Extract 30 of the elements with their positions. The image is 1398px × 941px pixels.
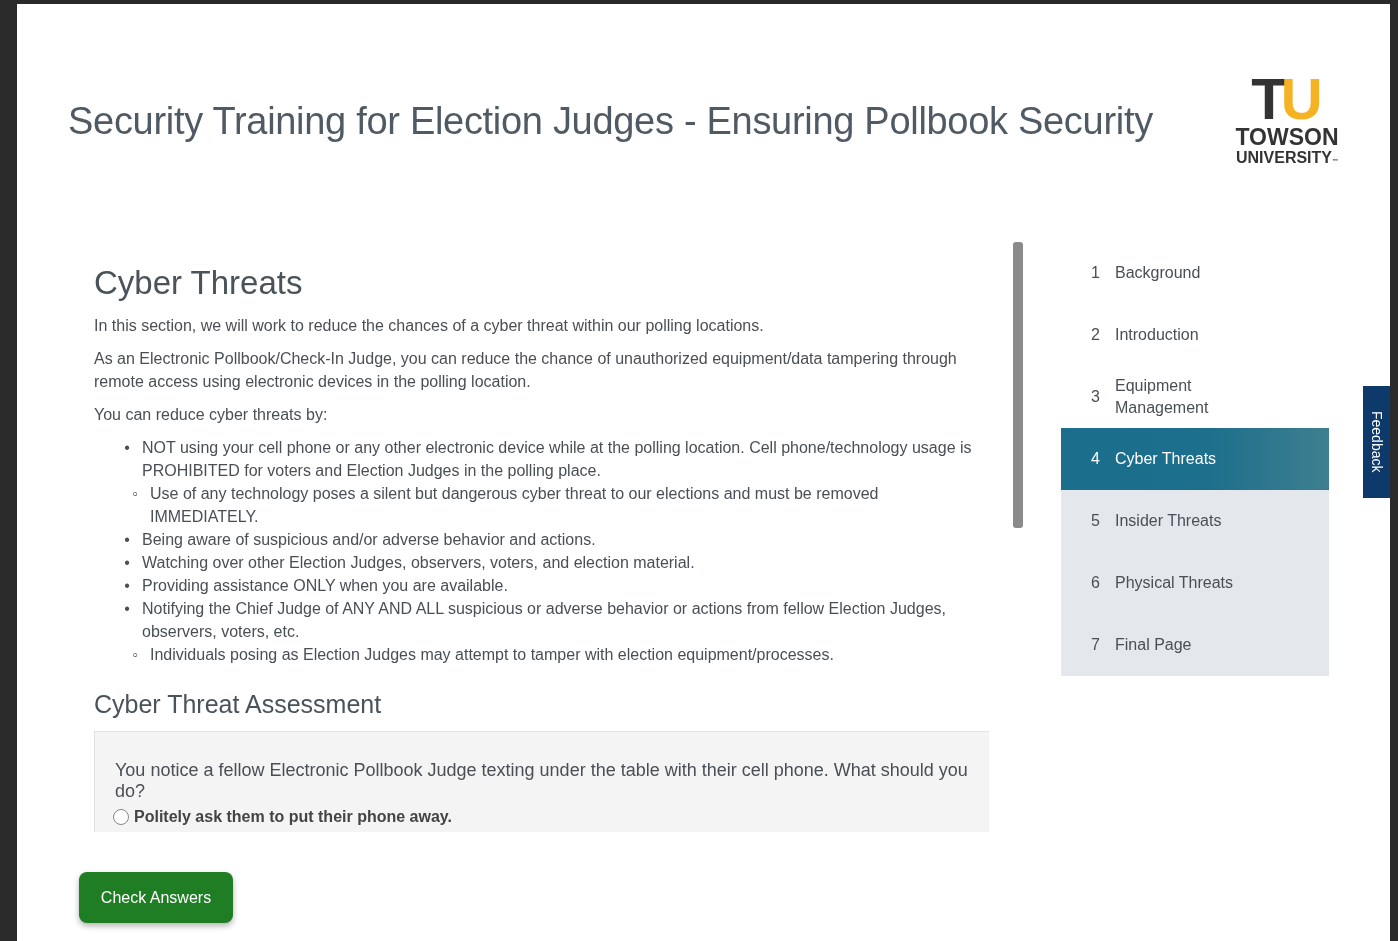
section-heading: Cyber Threats — [94, 264, 304, 302]
paragraph: As an Electronic Pollbook/Check-In Judge, you can reduce the chance of unauthorized equipment/data tampering through remote access using electronic devices in the polling location. — [94, 349, 958, 392]
bullet-marker: • — [123, 438, 131, 458]
bullet-item: Watching over other Election Judges, observers, voters, and election material. — [142, 553, 695, 573]
bullet-item: Being aware of suspicious and/or adverse behavior and actions. — [142, 530, 596, 550]
page-title: Security Training for Election Judges - Ensuring Pollbook Security — [68, 99, 1153, 143]
radio-button[interactable] — [113, 809, 129, 825]
question-text: You notice a fellow Electronic Pollbook Judge texting under the table with their cell phone. What should you do? — [115, 760, 969, 802]
check-answers-button[interactable]: Check Answers — [79, 872, 233, 923]
bullet-item: NOT using your cell phone or any other electronic device while at the polling location. Cell phone/technology usage is PROHIBITED for voters and Election Judges in the polling place. — [142, 438, 973, 481]
bullet-item: Notifying the Chief Judge of ANY AND ALL suspicious or adverse behavior or actions from fellow Election Judges, observers, voters, etc. — [142, 599, 947, 642]
bullet-item: Use of any technology poses a silent but dangerous cyber threat to our elections and must be removed IMMEDIATELY. — [150, 484, 880, 527]
nav-item[interactable]: 7 Final Page — [1061, 614, 1329, 676]
scrollbar[interactable] — [1013, 242, 1023, 528]
assessment-heading: Cyber Threat Assessment — [94, 690, 383, 719]
feedback-tab[interactable]: Feedback — [1363, 386, 1390, 498]
paragraph: You can reduce cyber threats by: — [94, 405, 329, 425]
bullet-item: Providing assistance ONLY when you are available. — [142, 576, 508, 596]
bullet-marker: • — [123, 599, 131, 619]
nav-item[interactable]: 4 Cyber Threats — [1061, 428, 1329, 490]
nav-item[interactable]: 5 Insider Threats — [1061, 490, 1329, 552]
bullet-item: Individuals posing as Election Judges may attempt to tamper with election equipment/processes. — [150, 645, 834, 665]
bullet-marker: ◦ — [131, 645, 139, 665]
bullet-marker: • — [123, 576, 131, 596]
option-label: Politely ask them to put their phone away. — [134, 808, 452, 826]
bullet-marker: • — [123, 553, 131, 573]
bullet-marker: • — [123, 530, 131, 550]
nav-item[interactable]: 6 Physical Threats — [1061, 552, 1329, 614]
bullet-marker: ◦ — [131, 484, 139, 504]
paragraph: In this section, we will work to reduce the chances of a cyber threat within our polling locations. — [94, 316, 765, 336]
